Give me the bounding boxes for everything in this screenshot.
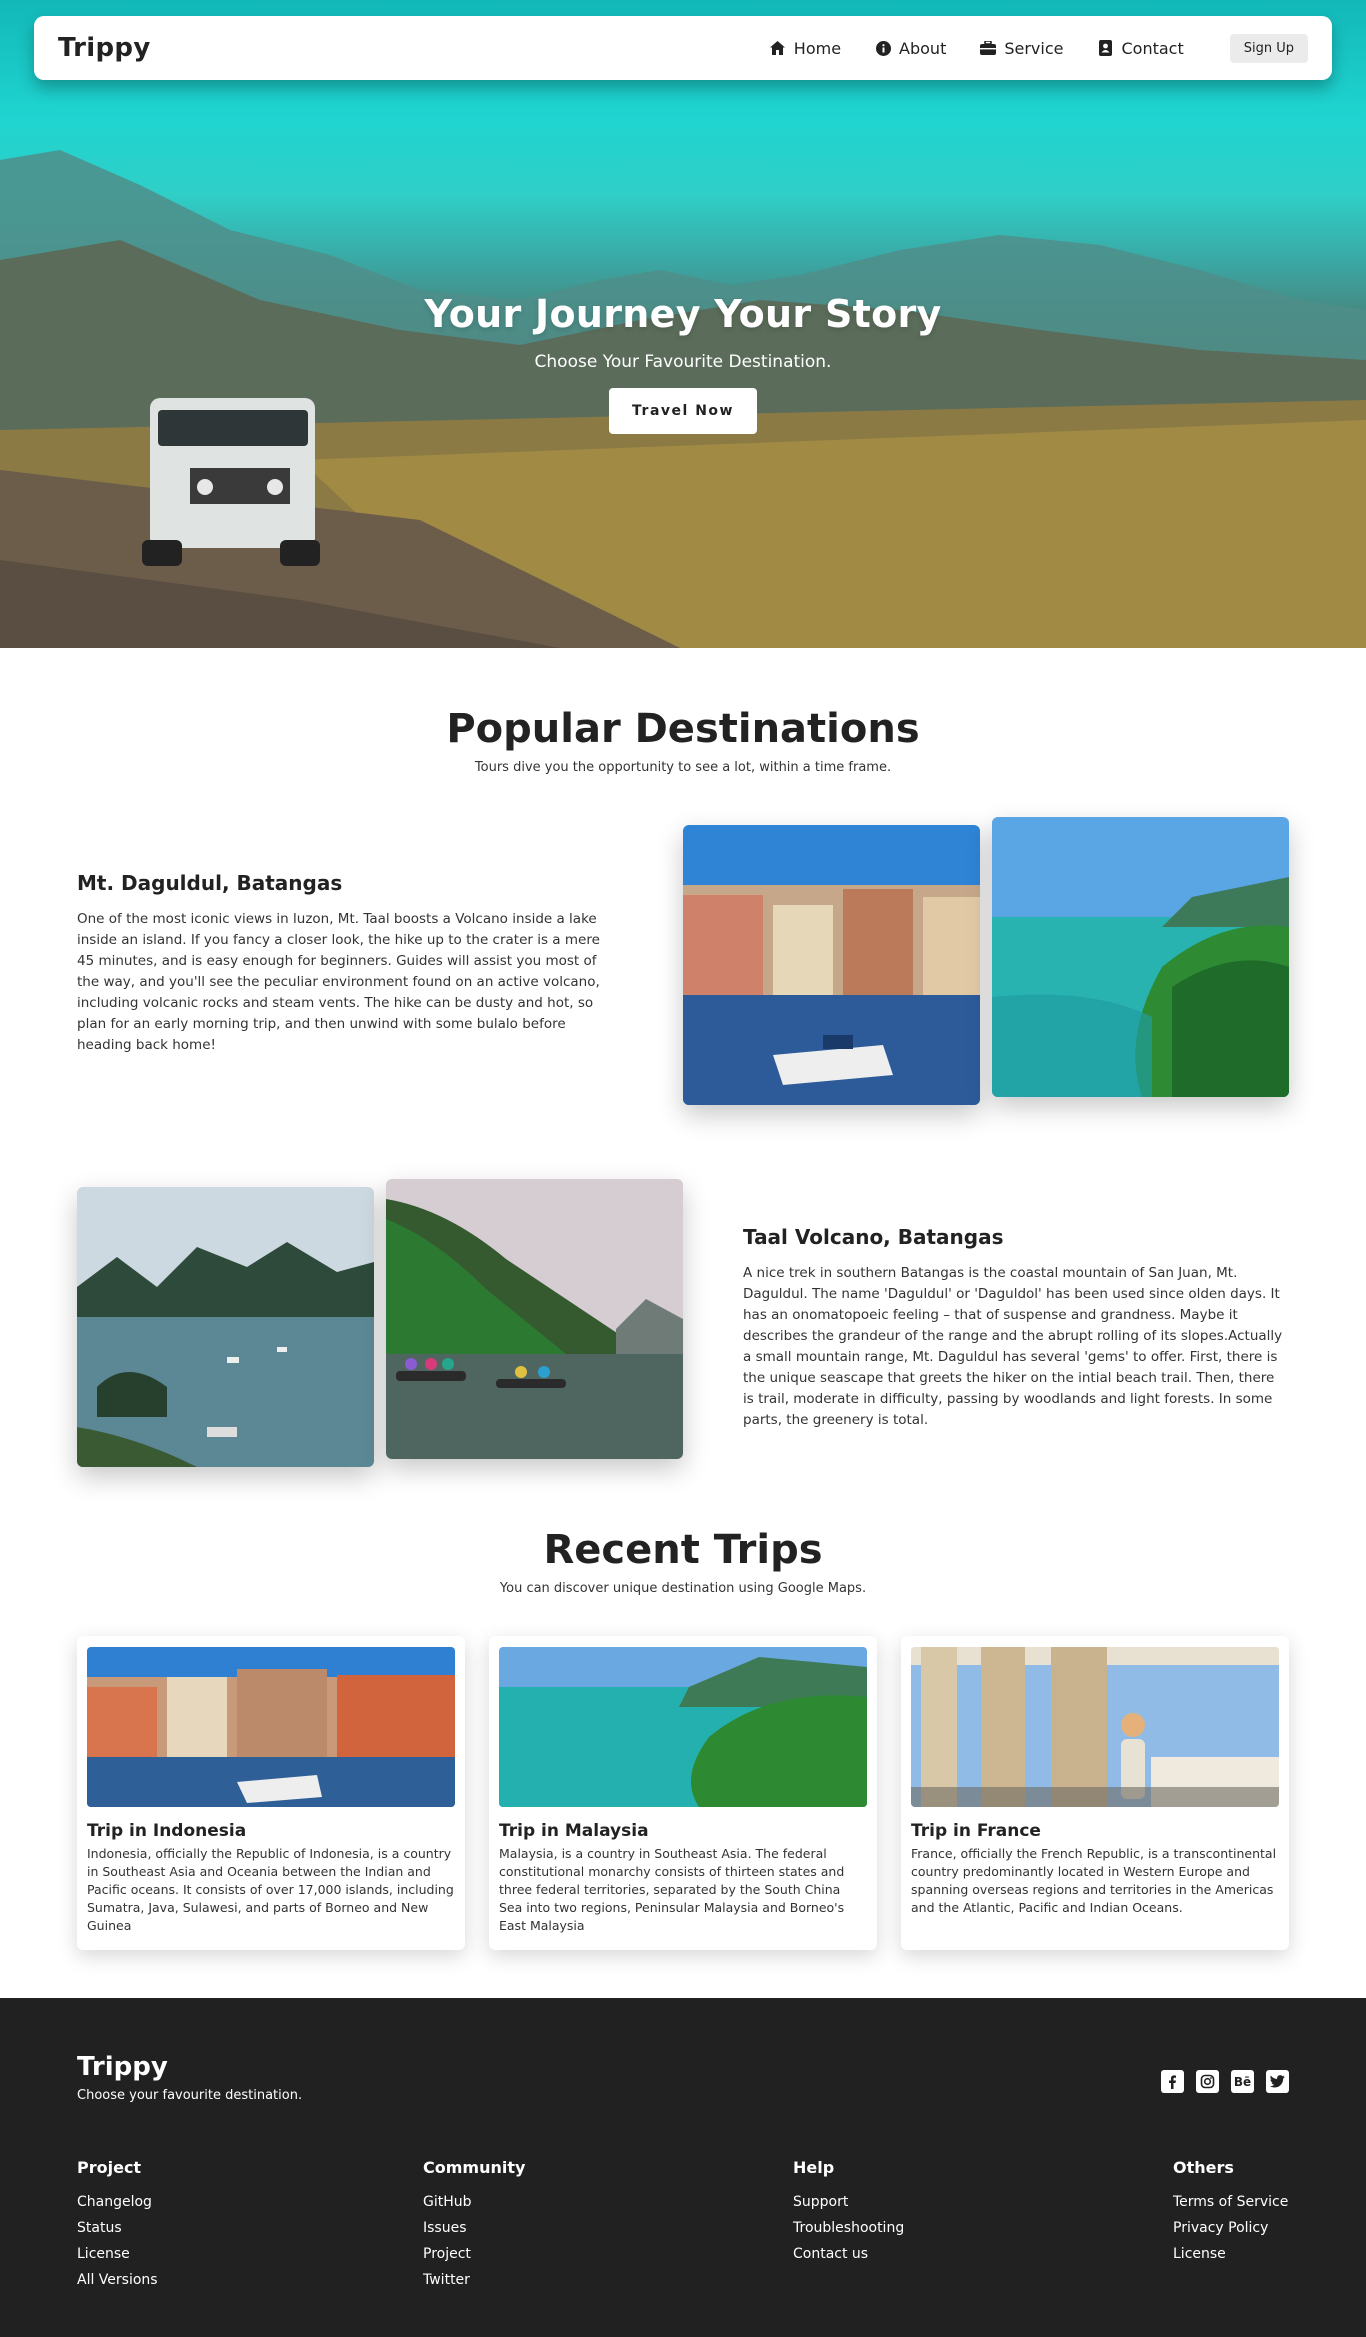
destination-text: Mt. Daguldul, Batangas One of the most i…: [77, 871, 617, 1056]
footer-link-status[interactable]: Status: [77, 2215, 158, 2241]
footer-link-support[interactable]: Support: [793, 2189, 904, 2215]
popular-subtitle: Tours dive you the opportunity to see a …: [474, 760, 892, 775]
footer-link-privacy[interactable]: Privacy Policy: [1173, 2215, 1288, 2241]
facebook-icon[interactable]: [1161, 2070, 1184, 2093]
trip-card[interactable]: Trip in Malaysia Malaysia, is a country …: [489, 1636, 877, 1950]
trip-image-france: [911, 1647, 1279, 1807]
footer-link-license[interactable]: License: [1173, 2241, 1288, 2267]
footer-link-troubleshooting[interactable]: Troubleshooting: [793, 2215, 904, 2241]
footer-column-title: Others: [1173, 2158, 1234, 2177]
footer-column-title: Help: [793, 2158, 835, 2177]
hero-content: Your Journey Your Story Choose Your Favo…: [0, 292, 1366, 434]
brand-logo[interactable]: Trippy: [58, 33, 151, 63]
halong-bay-image: [77, 1187, 374, 1467]
river-canoe-image: [386, 1179, 683, 1459]
trip-image-indonesia: [87, 1647, 455, 1807]
travel-now-button[interactable]: Travel Now: [609, 388, 757, 434]
footer-link-all-versions[interactable]: All Versions: [77, 2267, 158, 2293]
footer-link-issues[interactable]: Issues: [423, 2215, 525, 2241]
footer-link-terms[interactable]: Terms of Service: [1173, 2189, 1288, 2215]
hero-title: Your Journey Your Story: [424, 292, 942, 336]
destination-title: Mt. Daguldul, Batangas: [77, 871, 343, 895]
popular-title: Popular Destinations: [446, 706, 920, 752]
footer-link-contact-us[interactable]: Contact us: [793, 2241, 904, 2267]
tropical-coast-image: [992, 817, 1289, 1097]
behance-icon[interactable]: Bē: [1231, 2070, 1254, 2093]
hero-subtitle: Choose Your Favourite Destination.: [534, 352, 832, 372]
footer-column-title: Community: [423, 2158, 526, 2177]
footer-link-github[interactable]: GitHub: [423, 2189, 525, 2215]
nav-contact-label: Contact: [1121, 38, 1184, 58]
destination-text: Taal Volcano, Batangas A nice trek in so…: [743, 1225, 1283, 1431]
footer-link-twitter[interactable]: Twitter: [423, 2267, 525, 2293]
destination-row: Taal Volcano, Batangas A nice trek in so…: [0, 1179, 1366, 1519]
destination-description: A nice trek in southern Batangas is the …: [743, 1265, 1283, 1428]
nav-about-link[interactable]: About: [875, 39, 946, 58]
trip-cards: Trip in Indonesia Indonesia, officially …: [77, 1636, 1366, 1950]
footer-tagline: Choose your favourite destination.: [77, 2088, 303, 2103]
instagram-icon[interactable]: [1196, 2070, 1219, 2093]
recent-subtitle: You can discover unique destination usin…: [499, 1581, 867, 1596]
trip-description: France, officially the French Republic, …: [911, 1846, 1277, 1915]
popular-destinations-section: Popular Destinations Tours dive you the …: [0, 648, 1366, 1519]
home-icon: [770, 40, 786, 56]
footer-link-project[interactable]: Project: [423, 2241, 525, 2267]
destination-description: One of the most iconic views in luzon, M…: [77, 911, 600, 1053]
footer-column-project: Project Changelog Status License All Ver…: [77, 2158, 158, 2293]
trip-title: Trip in Malaysia: [499, 1821, 649, 1841]
popular-header: Popular Destinations Tours dive you the …: [0, 706, 1366, 775]
nav-service-link[interactable]: Service: [980, 39, 1063, 58]
nav-service-label: Service: [1004, 38, 1064, 58]
contact-card-icon: [1097, 40, 1113, 56]
nav-links: Home About Service Contact Sign Up: [770, 33, 1308, 63]
info-icon: [875, 40, 891, 56]
footer-link-license[interactable]: License: [77, 2241, 158, 2267]
trip-card[interactable]: Trip in Indonesia Indonesia, officially …: [77, 1636, 465, 1950]
venice-canal-image: [683, 825, 980, 1105]
briefcase-icon: [980, 40, 997, 56]
destination-row: Mt. Daguldul, Batangas One of the most i…: [0, 817, 1366, 1157]
nav-home-link[interactable]: Home: [770, 39, 841, 58]
footer-column-others: Others Terms of Service Privacy Policy L…: [1173, 2158, 1288, 2267]
recent-trips-section: Recent Trips You can discover unique des…: [0, 1519, 1366, 1950]
footer-brand: Trippy: [77, 2052, 168, 2082]
twitter-icon[interactable]: [1266, 2070, 1289, 2093]
hero-section: Trippy Home About Service Contact Sign U…: [0, 0, 1366, 648]
social-links: Bē: [1161, 2070, 1289, 2093]
trip-description: Indonesia, officially the Republic of In…: [87, 1846, 454, 1933]
destination-title: Taal Volcano, Batangas: [743, 1225, 1004, 1249]
navbar: Trippy Home About Service Contact Sign U…: [34, 16, 1332, 80]
nav-home-label: Home: [793, 38, 842, 58]
footer-column-title: Project: [77, 2158, 142, 2177]
footer: Trippy Choose your favourite destination…: [0, 1998, 1366, 2337]
signup-button[interactable]: Sign Up: [1229, 33, 1308, 63]
footer-link-changelog[interactable]: Changelog: [77, 2189, 158, 2215]
trip-description: Malaysia, is a country in Southeast Asia…: [499, 1846, 845, 1933]
nav-about-label: About: [899, 38, 947, 58]
trip-image-malaysia: [499, 1647, 867, 1807]
recent-header: Recent Trips You can discover unique des…: [0, 1527, 1366, 1596]
footer-column-community: Community GitHub Issues Project Twitter: [423, 2158, 525, 2293]
recent-title: Recent Trips: [543, 1527, 823, 1573]
trip-title: Trip in Indonesia: [87, 1821, 247, 1841]
footer-column-help: Help Support Troubleshooting Contact us: [793, 2158, 904, 2267]
trip-card[interactable]: Trip in France France, officially the Fr…: [901, 1636, 1289, 1950]
nav-contact-link[interactable]: Contact: [1097, 38, 1184, 58]
trip-title: Trip in France: [911, 1821, 1041, 1841]
